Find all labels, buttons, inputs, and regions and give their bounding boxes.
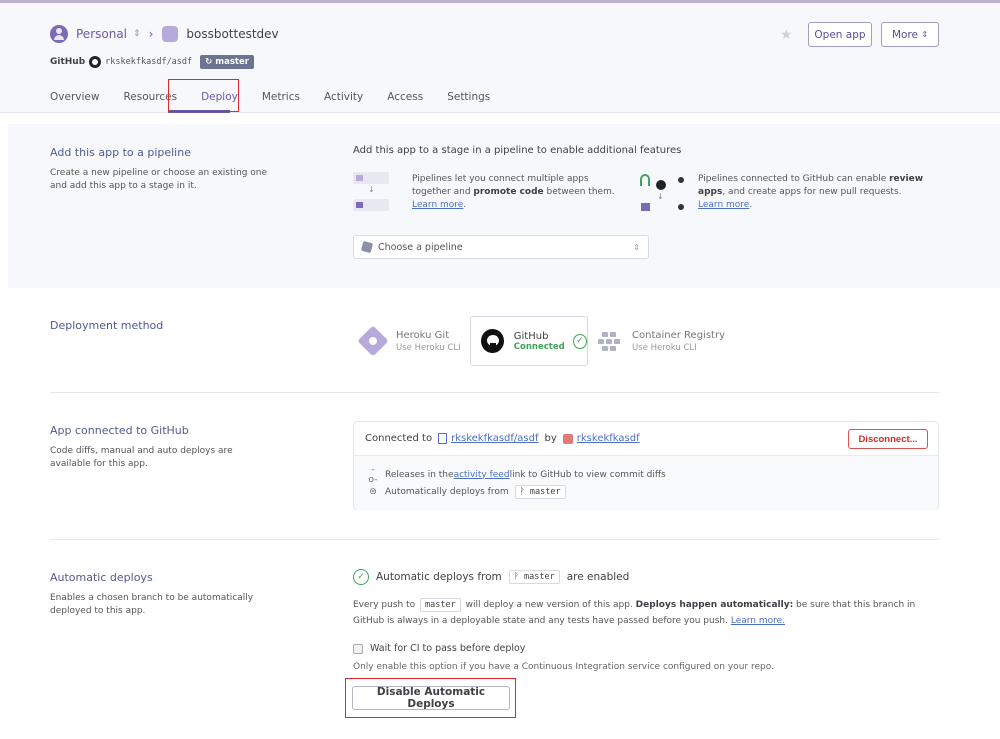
branch-pill: ᚹ master (508, 570, 560, 584)
github-label: GitHub (513, 330, 549, 342)
breadcrumb: Personal ⇕ › bossbottestdev (50, 25, 279, 43)
activity-feed-link[interactable]: activity feed (454, 470, 510, 480)
tab-access[interactable]: Access (387, 91, 423, 103)
tab-metrics[interactable]: Metrics (262, 91, 300, 103)
github-option[interactable]: GitHub Connected ✓ (470, 316, 588, 366)
updown-caret-icon: ⇕ (633, 242, 640, 252)
more-button[interactable]: More ⇕ (881, 22, 939, 47)
repo-icon (438, 433, 448, 444)
updown-caret-icon[interactable]: ⇕ (133, 29, 141, 39)
container-registry-sub: Use Heroku CLI (632, 342, 697, 353)
deployment-method-title: Deployment method (50, 319, 164, 332)
releases-row: -o- Releases in the activity feed link t… (368, 464, 666, 485)
repo-link[interactable]: rkskekfkasdf/asdf (451, 433, 538, 444)
heroku-git-icon (357, 325, 389, 357)
ci-note: Only enable this option if you have a Co… (353, 662, 774, 672)
star-icon[interactable]: ★ (780, 27, 793, 43)
open-app-button[interactable]: Open app (808, 22, 872, 47)
learn-more-link-3[interactable]: Learn more. (731, 616, 785, 626)
connected-desc: Code diffs, manual and auto deploys are … (50, 446, 233, 469)
user-link[interactable]: rkskekfkasdf (577, 433, 640, 444)
pipeline-title: Add this app to a pipeline (50, 146, 191, 159)
section-divider (50, 539, 940, 540)
wait-for-ci-label: Wait for CI to pass before deploy (370, 643, 526, 654)
heroku-git-label: Heroku Git (396, 329, 450, 341)
check-circle-icon: ✓ (572, 333, 587, 349)
container-registry-option[interactable]: Container Registry Use Heroku CLI (598, 316, 725, 366)
github-icon (481, 329, 504, 353)
github-connection-info: GitHub rkskekfkasdf/asdf ↻ master (50, 55, 254, 69)
automatic-deploys-desc: Enables a chosen branch to be automatica… (50, 593, 254, 616)
github-status: Connected (513, 341, 565, 352)
container-registry-label: Container Registry (632, 329, 725, 341)
account-avatar-icon[interactable] (50, 25, 68, 43)
connected-to-label: Connected to (365, 433, 433, 444)
check-circle-icon: ✓ (353, 569, 369, 585)
chevron-right-icon: › (148, 27, 154, 41)
pipeline-connect-icon: ↓ (353, 170, 389, 214)
connection-details: -o- Releases in the activity feed link t… (354, 456, 938, 510)
pipeline-feature-1: Pipelines let you connect multiple apps … (412, 174, 615, 210)
learn-more-link-1[interactable]: Learn more (412, 200, 463, 210)
commit-icon: -o- (368, 464, 378, 485)
tab-settings[interactable]: Settings (447, 91, 490, 103)
highlight-box-deploy-tab (168, 79, 239, 112)
disconnect-button[interactable]: Disconnect... (848, 429, 928, 449)
container-registry-icon (598, 331, 622, 351)
pipeline-select[interactable]: Choose a pipeline ⇕ (353, 235, 649, 259)
auto-deploy-row: ⊜ Automatically deploys from ᚹ master (367, 483, 938, 500)
by-label: by (544, 433, 557, 444)
branch-badge: ↻ master (200, 55, 254, 69)
pipeline-select-value: Choose a pipeline (378, 241, 463, 253)
automatic-deploys-title: Automatic deploys (50, 571, 153, 584)
repo-name[interactable]: rkskekfkasdf/asdf (105, 57, 192, 67)
user-avatar-icon (562, 433, 573, 444)
auto-deploy-icon: ⊜ (369, 486, 377, 497)
account-switcher[interactable]: Personal (76, 27, 127, 41)
section-divider (50, 392, 940, 393)
heroku-git-option[interactable]: Heroku Git Use Heroku CLI (357, 316, 461, 366)
pipeline-github-icon: ↓ (638, 170, 688, 214)
highlight-box-disable-button (345, 678, 516, 718)
branch-pill: ᚹ master (514, 484, 566, 499)
pipeline-icon (360, 240, 374, 254)
wait-for-ci-option[interactable]: Wait for CI to pass before deploy (353, 643, 525, 654)
github-label: GitHub (50, 57, 86, 67)
connected-title: App connected to GitHub (50, 424, 189, 437)
pipeline-feature-2: Pipelines connected to GitHub can enable… (698, 174, 924, 210)
app-name[interactable]: bossbottestdev (186, 27, 278, 41)
tab-activity[interactable]: Activity (324, 91, 363, 103)
connection-header: Connected to rkskekfkasdf/asdf by rkskek… (354, 422, 938, 456)
tab-bar: Overview Resources Deploy Metrics Activi… (50, 91, 514, 103)
wait-for-ci-checkbox[interactable] (353, 643, 363, 654)
automatic-deploys-info: Every push to master will deploy a new v… (353, 598, 916, 626)
learn-more-link-2[interactable]: Learn more (698, 200, 749, 210)
app-icon (162, 26, 179, 42)
branch-pill: master (420, 598, 461, 612)
automatic-deploys-status: ✓ Automatic deploys from ᚹ master are en… (353, 569, 629, 585)
github-connection-card: Connected to rkskekfkasdf/asdf by rkskek… (353, 421, 939, 510)
heroku-git-sub: Use Heroku CLI (396, 342, 461, 353)
app-header: Personal ⇕ › bossbottestdev GitHub rkske… (0, 3, 1000, 113)
github-icon (89, 56, 102, 68)
pipeline-desc: Create a new pipeline or choose an exist… (50, 168, 268, 191)
pipeline-right-title: Add this app to a stage in a pipeline to… (353, 145, 682, 156)
tab-overview[interactable]: Overview (50, 91, 99, 103)
